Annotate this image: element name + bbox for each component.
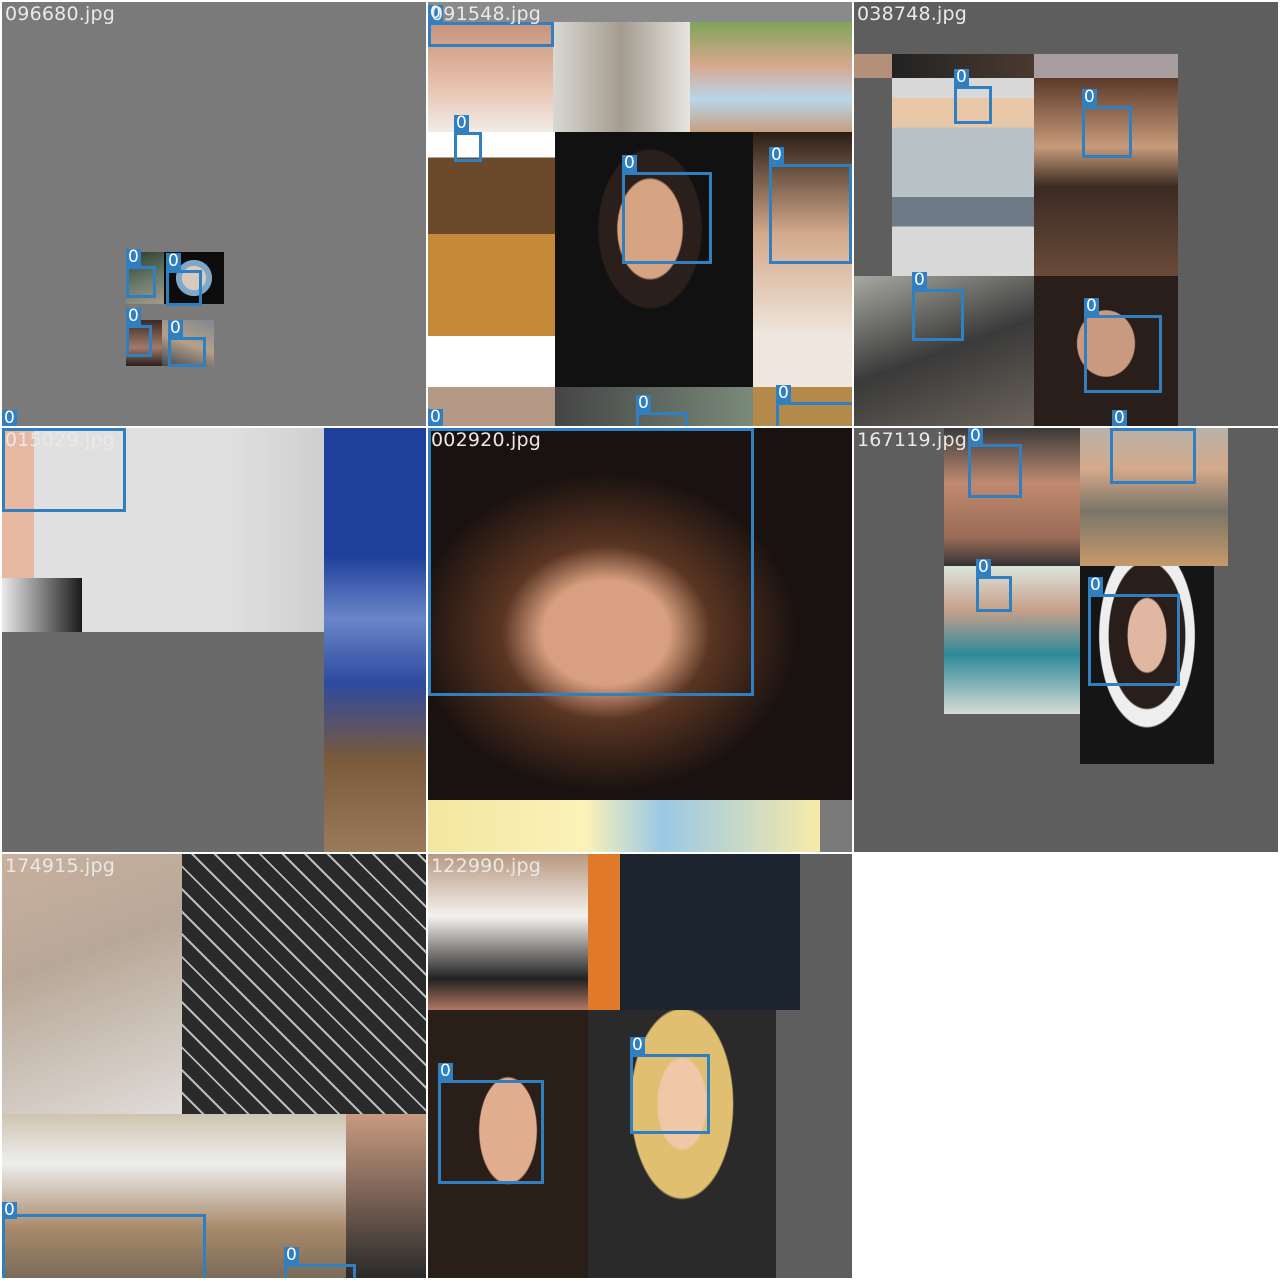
tile-filename: 038748.jpg <box>857 3 967 25</box>
photo-patch <box>588 1010 776 1278</box>
class-label: 0 <box>776 383 791 403</box>
bounding-box <box>912 289 964 341</box>
photo-patch <box>553 22 690 132</box>
bounding-box <box>968 444 1022 498</box>
class-label: 0 <box>1088 575 1103 595</box>
class-label: 0 <box>126 247 141 267</box>
bounding-box <box>284 1264 356 1278</box>
class-label: 0 <box>968 428 983 446</box>
mosaic-tile-2: 091548.jpg 0 0 0 0 0 0 0 <box>428 2 852 426</box>
bounding-box <box>622 172 712 264</box>
tile-filename: 122990.jpg <box>431 855 541 877</box>
class-label: 0 <box>912 270 927 290</box>
mosaic-tile-4: 015029.jpg <box>2 428 426 852</box>
mosaic-tile-5: 002920.jpg <box>428 428 852 852</box>
bounding-box <box>1110 428 1196 484</box>
bounding-box <box>2 1214 206 1278</box>
bounding-box <box>454 132 482 162</box>
bounding-box <box>1084 315 1162 393</box>
class-label: 0 <box>1082 87 1097 107</box>
photo-patch <box>428 387 555 426</box>
tile-filename: 167119.jpg <box>857 429 967 451</box>
photo-patch <box>324 428 426 852</box>
mosaic-tile-1: 096680.jpg 0 0 0 0 0 <box>2 2 426 426</box>
class-label: 0 <box>166 251 181 271</box>
photo-patch <box>2 854 182 1114</box>
bounding-box <box>769 164 852 264</box>
bounding-box <box>954 86 992 124</box>
photo-patch <box>346 1114 426 1278</box>
class-label: 0 <box>438 1061 453 1081</box>
class-label: 0 <box>1112 408 1127 426</box>
bounding-box <box>168 337 206 367</box>
bounding-box <box>428 428 754 696</box>
bounding-box <box>976 576 1012 612</box>
bounding-box <box>438 1080 544 1184</box>
class-label: 0 <box>636 393 651 413</box>
class-label: 0 <box>168 318 183 338</box>
tile-filename: 174915.jpg <box>5 855 115 877</box>
class-label: 0 <box>1084 296 1099 316</box>
bounding-box <box>126 266 156 298</box>
class-label: 0 <box>428 407 443 426</box>
photo-patch <box>1034 54 1178 78</box>
bounding-box <box>428 22 554 47</box>
bounding-box <box>1088 594 1180 686</box>
tile-filename: 002920.jpg <box>431 429 541 451</box>
class-label: 0 <box>454 113 469 133</box>
class-label: 0 <box>284 1245 299 1265</box>
class-label: 0 <box>976 557 991 577</box>
class-label: 0 <box>2 408 17 426</box>
bounding-box <box>630 1054 710 1134</box>
class-label: 0 <box>2 1200 17 1220</box>
photo-patch <box>182 854 426 1114</box>
photo-patch <box>428 132 555 387</box>
photo-patch <box>2 578 82 632</box>
bounding-box <box>1082 106 1132 158</box>
class-label: 0 <box>630 1035 645 1055</box>
class-label: 0 <box>126 306 141 326</box>
tile-filename: 015029.jpg <box>5 429 115 451</box>
mosaic-tile-7: 174915.jpg 0 0 <box>2 854 426 1278</box>
tile-filename: 091548.jpg <box>431 3 541 25</box>
bounding-box <box>126 325 152 357</box>
bounding-box <box>776 402 852 426</box>
mosaic-tile-8: 122990.jpg 0 0 <box>428 854 852 1278</box>
mosaic-tile-3: 038748.jpg 0 0 0 0 0 <box>854 2 1278 426</box>
photo-patch <box>588 854 800 1010</box>
bounding-box <box>166 270 202 306</box>
photo-patch <box>944 566 1080 714</box>
class-label: 0 <box>622 153 637 173</box>
class-label: 0 <box>954 67 969 87</box>
mosaic-tile-6: 167119.jpg 0 0 0 <box>854 428 1278 852</box>
bounding-box <box>636 412 688 426</box>
photo-patch <box>428 854 588 1010</box>
photo-patch <box>854 54 892 78</box>
photo-patch <box>428 800 820 852</box>
class-label: 0 <box>769 145 784 165</box>
photo-patch <box>690 22 852 132</box>
tile-filename: 096680.jpg <box>5 3 115 25</box>
